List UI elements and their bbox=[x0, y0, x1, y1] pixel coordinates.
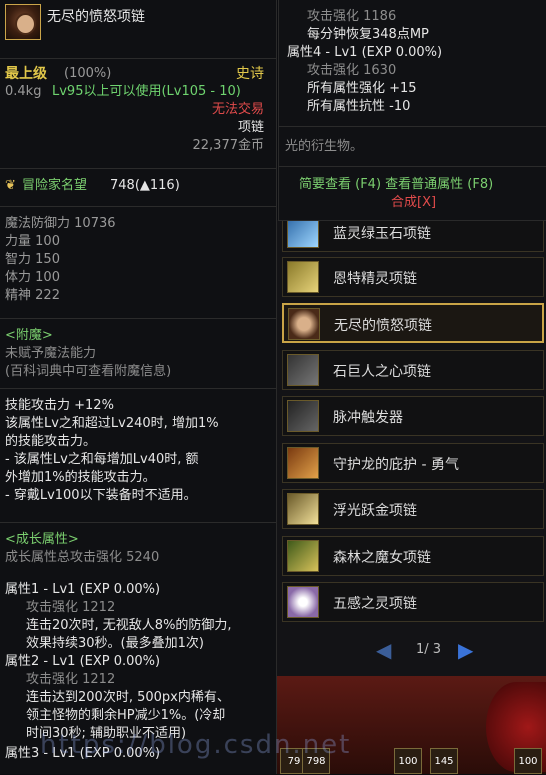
enchant-line: (百科词典中可查看附魔信息) bbox=[5, 364, 172, 379]
list-item[interactable]: 浮光跃金项链 bbox=[282, 489, 544, 529]
stat-line: 攻击强化 1186 bbox=[307, 9, 397, 24]
list-item-label: 守护龙的庇护 - 勇气 bbox=[333, 457, 459, 473]
stat-row: 魔法防御力 10736 bbox=[5, 216, 116, 231]
attr-head: 属性2 - Lv1 (EXP 0.00%) bbox=[5, 654, 161, 669]
list-item-label: 五感之灵项链 bbox=[333, 596, 417, 612]
synthesize-button[interactable]: 合成[X] bbox=[391, 194, 436, 212]
slot-type: 项链 bbox=[237, 120, 264, 135]
ent-spirit-necklace-icon bbox=[287, 261, 319, 293]
watermark: https://blog.csdn.net bbox=[40, 730, 352, 760]
guardian-dragon-icon bbox=[287, 447, 319, 479]
list-item-label: 恩特精灵项链 bbox=[333, 271, 417, 287]
rarity: 史诗 bbox=[236, 66, 264, 82]
attr-desc: 领主怪物的剩余HP减少1%。(冷却 bbox=[26, 708, 226, 723]
list-item-label: 无尽的愤怒项链 bbox=[334, 318, 432, 334]
stat-row: 精神 222 bbox=[5, 288, 60, 303]
list-item-label: 脉冲触发器 bbox=[333, 410, 403, 426]
item-tooltip-continued: 攻击强化 1186 每分钟恢复348点MP 属性4 - Lv1 (EXP 0.0… bbox=[278, 0, 546, 221]
skill-line: 外增加1%的技能攻击力。 bbox=[5, 470, 156, 485]
page-indicator: 1/ 3 bbox=[416, 642, 442, 657]
growth-total: 成长属性总攻击强化 5240 bbox=[5, 550, 160, 565]
list-item-label: 浮光跃金项链 bbox=[333, 503, 417, 519]
reputation: ❦ 冒险家名望 748(▲116) bbox=[0, 168, 276, 203]
stat-row: 智力 150 bbox=[5, 252, 60, 267]
skill-line: 该属性Lv之和超过Lv240时, 增加1% bbox=[5, 416, 219, 431]
list-item-label: 石巨人之心项链 bbox=[333, 364, 431, 380]
list-item-label: 森林之魔女项链 bbox=[333, 550, 431, 566]
basic-info: 最上级 (100%) 史诗 0.4kg Lv95以上可以使用(Lv105 - 1… bbox=[0, 58, 276, 163]
attr-head: 属性4 - Lv1 (EXP 0.00%) bbox=[287, 45, 443, 60]
reputation-icon: ❦ bbox=[5, 178, 16, 193]
list-item[interactable]: 森林之魔女项链 bbox=[282, 536, 544, 576]
next-page-arrow-icon[interactable]: ▶ bbox=[458, 638, 473, 662]
trade-status: 无法交易 bbox=[211, 102, 264, 117]
endless-rage-necklace-icon bbox=[288, 308, 320, 340]
base-stats: 魔法防御力 10736 力量 100 智力 150 体力 100 精神 222 bbox=[0, 206, 276, 313]
hotbar-slot[interactable]: 100 bbox=[514, 748, 542, 774]
reputation-value: 748(▲116) bbox=[110, 178, 180, 193]
skill-line: 技能攻击力 +12% bbox=[5, 398, 114, 413]
list-item[interactable]: 守护龙的庇护 - 勇气 bbox=[282, 443, 544, 483]
prev-page-arrow-icon[interactable]: ◀ bbox=[376, 638, 391, 662]
attr-desc: 连击20次时, 无视敌人8%的防御力, bbox=[26, 618, 232, 633]
skill-section: 技能攻击力 +12% 该属性Lv之和超过Lv240时, 增加1% 的技能攻击力。… bbox=[0, 388, 276, 517]
attr-head: 属性1 - Lv1 (EXP 0.00%) bbox=[5, 582, 161, 597]
enchant-section: <附魔> 未赋予魔法能力 (百科词典中可查看附魔信息) bbox=[0, 318, 276, 383]
attr-desc: 效果持续30秒。(最多叠加1次) bbox=[26, 636, 204, 651]
stat-row: 力量 100 bbox=[5, 234, 60, 249]
flavor-text: 光的衍生物。 bbox=[285, 139, 364, 154]
list-item[interactable]: 脉冲触发器 bbox=[282, 396, 544, 436]
pager: ◀ 1/ 3 ▶ bbox=[278, 632, 546, 672]
skill-line: 的技能攻击力。 bbox=[5, 434, 97, 449]
level-requirement: Lv95以上可以使用(Lv105 - 10) bbox=[52, 84, 241, 99]
list-item-selected[interactable]: 无尽的愤怒项链 bbox=[282, 303, 544, 343]
list-item[interactable]: 石巨人之心项链 bbox=[282, 350, 544, 390]
weight: 0.4kg bbox=[5, 84, 42, 99]
stat-line: 攻击强化 1630 bbox=[307, 63, 397, 78]
stat-line: 所有属性强化 +15 bbox=[307, 81, 417, 96]
attr-atk: 攻击强化 1212 bbox=[26, 600, 116, 615]
forest-witch-necklace-icon bbox=[287, 540, 319, 572]
price: 22,377金币 bbox=[192, 138, 265, 153]
list-item-label: 蓝灵绿玉石项链 bbox=[333, 226, 431, 242]
hotbar-slot[interactable]: 100 bbox=[394, 748, 422, 774]
floating-gold-necklace-icon bbox=[287, 493, 319, 525]
view-options[interactable]: 简要查看 (F4) 查看普通属性 (F8) bbox=[299, 176, 493, 194]
list-item[interactable]: 五感之灵项链 bbox=[282, 582, 544, 622]
attr-desc: 连击达到200次时, 500px内稀有、 bbox=[26, 690, 230, 705]
attr-atk: 攻击强化 1212 bbox=[26, 672, 116, 687]
grade-pct: (100%) bbox=[64, 66, 112, 81]
stat-row: 体力 100 bbox=[5, 270, 60, 285]
stat-line: 所有属性抗性 -10 bbox=[307, 99, 411, 114]
enchant-line: 未赋予魔法能力 bbox=[5, 346, 97, 361]
list-item[interactable]: 恩特精灵项链 bbox=[282, 257, 544, 297]
stat-line: 每分钟恢复348点MP bbox=[307, 27, 429, 42]
skill-line: - 该属性Lv之和每增加Lv40时, 额 bbox=[5, 452, 199, 467]
enchant-title: <附魔> bbox=[5, 328, 53, 343]
golem-heart-necklace-icon bbox=[287, 354, 319, 386]
growth-title: <成长属性> bbox=[5, 532, 79, 547]
item-tooltip: 无尽的愤怒项链 最上级 (100%) 史诗 0.4kg Lv95以上可以使用(L… bbox=[0, 0, 277, 774]
skill-line: - 穿戴Lv100以下装备时不适用。 bbox=[5, 488, 197, 503]
grade: 最上级 bbox=[5, 66, 47, 82]
reputation-label: 冒险家名望 bbox=[22, 178, 88, 193]
necklace-icon bbox=[5, 4, 41, 40]
pulse-trigger-icon bbox=[287, 400, 319, 432]
five-senses-necklace-icon bbox=[287, 586, 319, 618]
hotbar-slot[interactable]: 145 bbox=[430, 748, 458, 774]
item-name: 无尽的愤怒项链 bbox=[47, 9, 145, 25]
